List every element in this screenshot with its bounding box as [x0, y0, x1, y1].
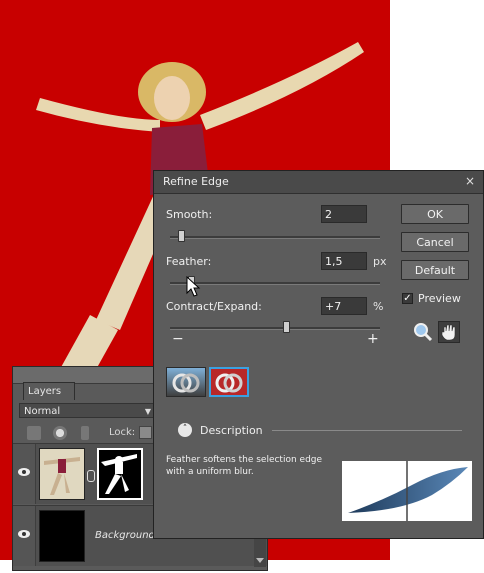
- standard-view-button[interactable]: [166, 367, 206, 397]
- contract-expand-slider-thumb[interactable]: [282, 321, 290, 333]
- contract-expand-slider[interactable]: [170, 327, 380, 330]
- preview-checkbox[interactable]: ✓: [402, 293, 413, 304]
- cancel-button[interactable]: Cancel: [401, 232, 469, 252]
- mask-link-icon[interactable]: [87, 470, 95, 482]
- smooth-input[interactable]: 2: [321, 205, 367, 223]
- hand-icon: [441, 324, 456, 341]
- rings-overlay-icon: [215, 373, 243, 393]
- blend-mode-value: Normal: [24, 406, 61, 417]
- lock-transparent-icon[interactable]: [139, 426, 152, 439]
- feather-example-image: [342, 461, 472, 521]
- contract-expand-input[interactable]: +7: [321, 297, 367, 315]
- slider-min-label: −: [172, 331, 184, 347]
- tab-layers[interactable]: Layers: [23, 382, 75, 400]
- description-text: Feather softens the selection edge with …: [166, 455, 323, 477]
- layer-mask-thumbnail[interactable]: [97, 448, 143, 500]
- new-layer-icon[interactable]: [27, 426, 41, 440]
- blend-mode-select[interactable]: Normal ▼: [19, 403, 155, 418]
- layer-thumbnail-image: [44, 457, 80, 495]
- contract-expand-label: Contract/Expand:: [166, 300, 262, 313]
- eye-icon: [18, 468, 30, 476]
- visibility-toggle[interactable]: [13, 506, 36, 566]
- rings-icon: [172, 373, 200, 393]
- smooth-slider[interactable]: [170, 236, 380, 239]
- default-button[interactable]: Default: [401, 260, 469, 280]
- smooth-slider-thumb[interactable]: [177, 230, 185, 242]
- collapse-description-icon[interactable]: ˄: [178, 423, 192, 437]
- chevron-down-icon: ▼: [144, 407, 151, 416]
- mask-silhouette: [101, 454, 137, 494]
- layer-thumbnail[interactable]: [39, 448, 85, 500]
- layer-thumbnail[interactable]: [39, 510, 85, 562]
- overlay-view-button[interactable]: [209, 367, 249, 397]
- smooth-label: Smooth:: [166, 208, 213, 221]
- feather-unit: px: [373, 255, 387, 268]
- close-icon[interactable]: ×: [465, 174, 475, 188]
- slider-max-label: +: [367, 331, 379, 347]
- zoom-icon: [414, 323, 433, 342]
- contract-expand-unit: %: [373, 300, 384, 313]
- lock-label: Lock:: [109, 427, 136, 438]
- dialog-titlebar[interactable]: Refine Edge ×: [154, 171, 483, 194]
- adjustment-layer-icon[interactable]: [53, 426, 67, 440]
- dialog-title: Refine Edge: [163, 175, 229, 188]
- visibility-toggle[interactable]: [13, 444, 36, 504]
- refine-edge-dialog: Refine Edge × Smooth: 2 Feather: 1,5 px …: [153, 170, 484, 539]
- link-icon[interactable]: [81, 426, 89, 440]
- feather-illustration: [348, 461, 468, 521]
- description-divider: [272, 430, 462, 431]
- zoom-tool-button[interactable]: [412, 321, 434, 343]
- preview-label: Preview: [418, 292, 461, 305]
- layer-name: Background: [95, 530, 155, 541]
- description-heading: Description: [200, 424, 263, 437]
- eye-icon: [18, 530, 30, 538]
- ok-button[interactable]: OK: [401, 204, 469, 224]
- scroll-down-icon[interactable]: [256, 558, 264, 563]
- feather-label: Feather:: [166, 255, 212, 268]
- hand-tool-button[interactable]: [438, 321, 460, 343]
- mouse-cursor-icon: [186, 276, 201, 297]
- feather-input[interactable]: 1,5: [321, 252, 367, 270]
